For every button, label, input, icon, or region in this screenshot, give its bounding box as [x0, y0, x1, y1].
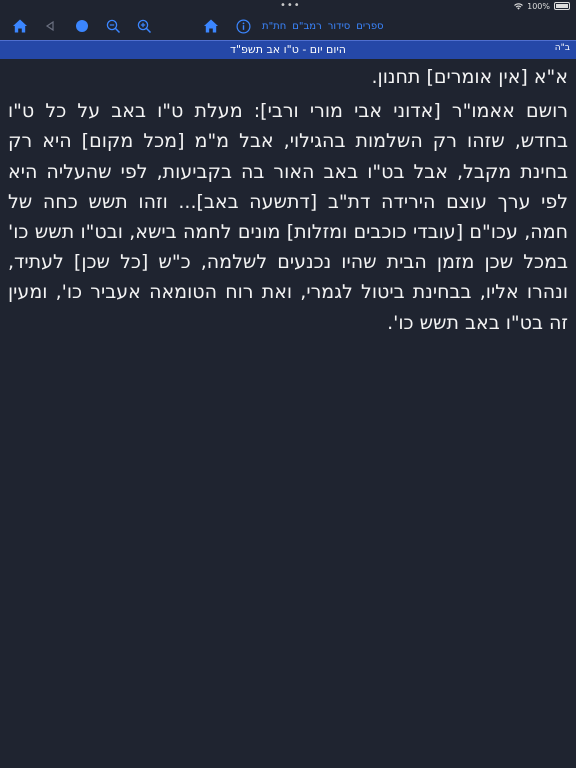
link-chitas[interactable]: חת"ת [262, 21, 286, 32]
home-icon [204, 19, 218, 33]
dot-icon [76, 20, 88, 32]
back-arrow-icon [45, 20, 54, 32]
toolbar-links: ספרים סידור רמב"ם חת"ת [262, 18, 384, 34]
status-bar: ••• 100% [0, 0, 576, 12]
back-button[interactable] [39, 15, 61, 37]
link-rambam[interactable]: רמב"ם [292, 21, 321, 32]
zoom-out-button[interactable] [102, 15, 124, 37]
multitask-dots[interactable]: ••• [280, 0, 301, 12]
hebrew-date-title[interactable]: היום יום - ט"ו אב תשפ"ד [0, 43, 576, 56]
zoom-in-icon [137, 19, 151, 33]
battery-percent: 100% [527, 1, 550, 11]
battery-icon [554, 2, 570, 10]
text-line-1: א"א [אין אומרים] תחנון. [371, 66, 568, 88]
home-icon [13, 19, 27, 33]
reading-content: א"א [אין אומרים] תחנון. רושם אאמו"ר [אדו… [8, 62, 568, 338]
status-indicators: 100% [514, 0, 570, 12]
zoom-in-button[interactable] [133, 15, 155, 37]
link-siddur[interactable]: סידור [328, 21, 351, 32]
toolbar: ספרים סידור רמב"ם חת"ת [0, 12, 576, 40]
home-button[interactable] [200, 15, 222, 37]
text-paragraph: רושם אאמו"ר [אדוני אבי מורי ורבי]: מעלת … [8, 100, 568, 334]
info-icon [235, 18, 251, 34]
home-button-left[interactable] [9, 15, 31, 37]
wifi-icon [514, 2, 523, 10]
zoom-out-icon [106, 19, 120, 33]
link-books[interactable]: ספרים [356, 21, 383, 32]
date-bar: ב"ה היום יום - ט"ו אב תשפ"ד [0, 40, 576, 59]
position-dot-button[interactable] [71, 15, 93, 37]
info-button[interactable] [232, 15, 254, 37]
